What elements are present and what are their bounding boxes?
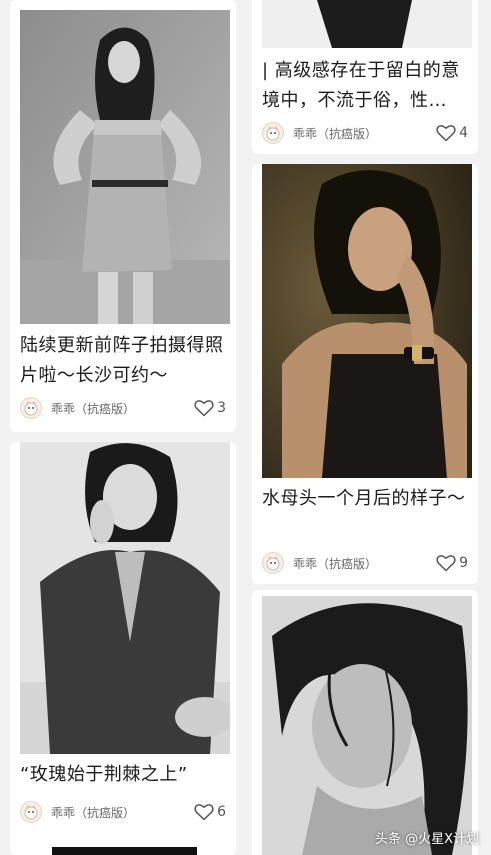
like-button[interactable]: 4 — [436, 124, 468, 142]
post-meta: 乖乖（抗癌版） 6 — [20, 799, 226, 825]
like-count: 3 — [217, 400, 226, 416]
photo-color-woman-watch — [262, 164, 472, 478]
cartoon-avatar-icon[interactable] — [262, 552, 284, 574]
heart-outline-icon — [436, 125, 456, 142]
post-title[interactable]: | 高级感存在于留白的意境中，不流于俗，性… — [262, 56, 468, 116]
like-button[interactable]: 6 — [194, 803, 226, 821]
post-title[interactable]: 水母头一个月后的样子～ — [262, 484, 468, 544]
feed-card[interactable]: “玫瑰始于荆棘之上” 乖乖（抗癌版） 6 — [10, 442, 236, 855]
feed-card[interactable]: 陆续更新前阵子拍摄得照片啦～长沙可约～ 乖乖（抗癌版） 3 — [10, 0, 236, 432]
photo-bw-woman-closeup — [262, 596, 472, 855]
post-title[interactable]: “玫瑰始于荆棘之上” — [20, 760, 226, 790]
author-name[interactable]: 乖乖（抗癌版） — [51, 804, 194, 821]
cartoon-avatar-icon[interactable] — [20, 397, 42, 419]
post-title[interactable]: 陆续更新前阵子拍摄得照片啦～长沙可约～ — [20, 331, 226, 391]
post-photo[interactable] — [20, 10, 230, 324]
like-count: 4 — [459, 125, 468, 141]
cartoon-avatar-icon[interactable] — [262, 122, 284, 144]
feed-card[interactable]: | 高级感存在于留白的意境中，不流于俗，性… 乖乖（抗癌版） 4 — [252, 0, 478, 154]
like-button[interactable]: 3 — [194, 399, 226, 417]
post-photo[interactable] — [262, 596, 472, 855]
like-button[interactable]: 9 — [436, 554, 468, 572]
home-indicator-bar — [52, 847, 197, 855]
post-meta: 乖乖（抗癌版） 4 — [262, 120, 468, 146]
feed-card[interactable]: 水母头一个月后的样子～ 乖乖（抗癌版） 9 — [252, 164, 478, 584]
post-photo[interactable] — [20, 442, 230, 754]
cartoon-avatar-icon[interactable] — [20, 801, 42, 823]
watermark-text: 头条 @火星X计划 — [374, 832, 479, 847]
like-count: 9 — [459, 555, 468, 571]
photo-cropped-top — [262, 0, 472, 48]
feed-card[interactable] — [252, 590, 478, 855]
heart-outline-icon — [436, 555, 456, 572]
post-meta: 乖乖（抗癌版） 3 — [20, 395, 226, 421]
author-name[interactable]: 乖乖（抗癌版） — [51, 400, 194, 417]
heart-outline-icon — [194, 804, 214, 821]
author-name[interactable]: 乖乖（抗癌版） — [293, 555, 436, 572]
like-count: 6 — [217, 804, 226, 820]
photo-bw-woman-standing — [20, 10, 230, 324]
photo-bw-woman-blazer — [20, 442, 230, 754]
post-meta: 乖乖（抗癌版） 9 — [262, 550, 468, 576]
post-photo[interactable] — [262, 0, 472, 48]
heart-outline-icon — [194, 400, 214, 417]
post-photo[interactable] — [262, 164, 472, 478]
author-name[interactable]: 乖乖（抗癌版） — [293, 125, 436, 142]
